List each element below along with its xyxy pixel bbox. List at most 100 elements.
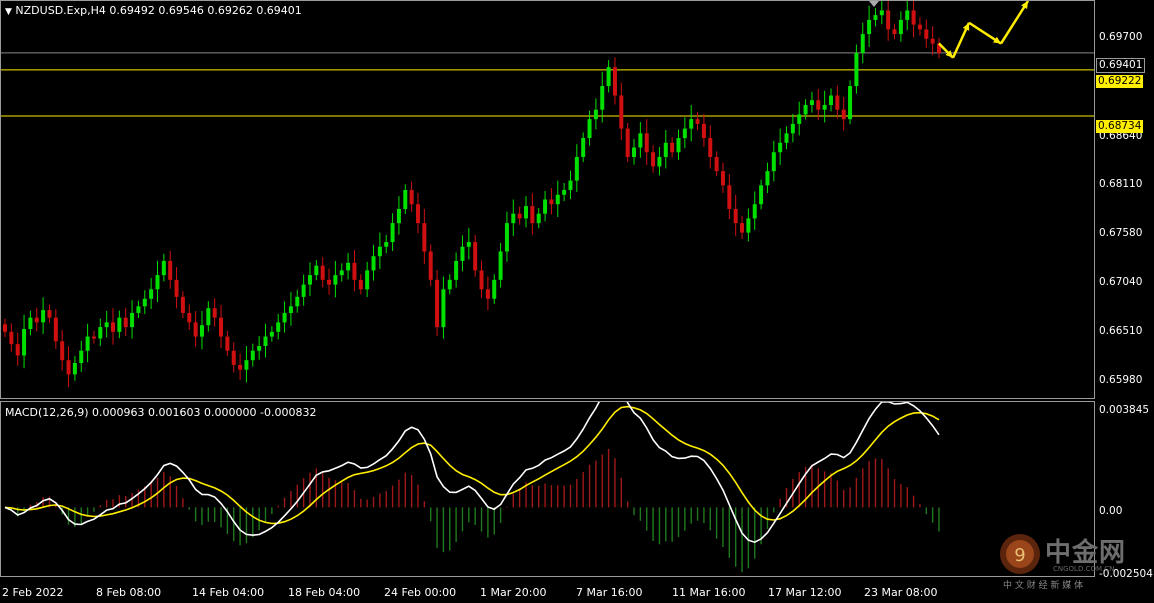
candle-body — [276, 322, 281, 332]
candle-body — [778, 142, 783, 153]
price-tick: 0.65980 — [1099, 374, 1143, 386]
price-tick: 0.66510 — [1099, 325, 1143, 337]
candle-body — [307, 275, 312, 285]
price-axis[interactable]: 0.69700 0.68640 0.68110 0.67580 0.67040 … — [1095, 0, 1154, 603]
price-tick: 0.67580 — [1099, 227, 1143, 239]
collapse-arrow-icon[interactable]: ▼ — [5, 7, 12, 17]
macd-pane[interactable]: MACD(12,26,9) 0.000963 0.001603 0.000000… — [0, 401, 1095, 577]
candle-body — [454, 260, 459, 280]
candle-body — [136, 306, 141, 313]
candle-body — [460, 246, 465, 261]
macd-main-line — [4, 402, 940, 544]
symbol-ohlc-text: NZDUSD.Exp,H4 0.69492 0.69546 0.69262 0.… — [15, 4, 302, 17]
candle-body — [555, 194, 560, 205]
price-pane[interactable]: ▼ NZDUSD.Exp,H4 0.69492 0.69546 0.69262 … — [0, 0, 1095, 399]
candle-body — [803, 104, 808, 115]
candle-body — [879, 10, 884, 16]
candle-body — [765, 171, 770, 186]
candle-body — [123, 317, 128, 328]
candle-body — [524, 206, 529, 219]
candle-body — [466, 242, 471, 247]
candle-body — [238, 364, 243, 370]
watermark-sub: CNGOLD.COM.CN — [1053, 565, 1115, 573]
candle-body — [155, 275, 160, 290]
candle-body — [682, 128, 687, 139]
candle-body — [161, 260, 166, 276]
candle-body — [403, 190, 408, 209]
candle-body — [917, 24, 922, 30]
candle-body — [142, 298, 147, 307]
candle-body — [695, 119, 700, 124]
candle-body — [581, 138, 586, 157]
candle-body — [543, 199, 548, 214]
candle-body — [504, 223, 509, 252]
candle-body — [339, 270, 344, 276]
candle-body — [415, 204, 420, 224]
candle-body — [549, 199, 554, 205]
candle-body — [130, 312, 135, 328]
candle-body — [358, 279, 363, 290]
candle-body — [219, 317, 224, 337]
candle-body — [168, 260, 173, 280]
candle-body — [34, 317, 39, 323]
candle-body — [111, 322, 116, 332]
candle-body — [327, 279, 332, 285]
candle-body — [244, 360, 249, 370]
macd-tick: 0.003845 — [1099, 404, 1150, 416]
candle-body — [898, 19, 903, 35]
level-tag-2: 0.68734 — [1096, 120, 1144, 133]
candle-body — [28, 317, 33, 329]
candle-body — [91, 336, 96, 339]
candle-body — [390, 223, 395, 243]
candle-body — [422, 223, 427, 252]
candle-body — [269, 331, 274, 337]
symbol-title: ▼ NZDUSD.Exp,H4 0.69492 0.69546 0.69262 … — [5, 4, 302, 17]
candle-body — [930, 38, 935, 44]
watermark-title: 中金网 — [1045, 538, 1127, 568]
time-label: 18 Feb 04:00 — [288, 586, 361, 599]
candle-body — [295, 296, 300, 307]
candle-body — [492, 279, 497, 299]
candle-body — [98, 327, 103, 339]
candle-body — [600, 86, 605, 110]
candle-body — [104, 322, 109, 328]
candle-body — [282, 312, 287, 323]
candle-body — [759, 185, 764, 205]
candle-body — [727, 185, 732, 209]
candle-body — [860, 34, 865, 53]
time-label: 17 Mar 12:00 — [768, 586, 842, 599]
candle-body — [396, 208, 401, 224]
price-tick: 0.69700 — [1099, 31, 1143, 43]
candle-body — [828, 95, 833, 105]
time-label: 23 Mar 08:00 — [864, 586, 938, 599]
time-label: 14 Feb 04:00 — [192, 586, 265, 599]
candle-body — [250, 350, 255, 361]
candle-body — [746, 218, 751, 233]
candle-body — [790, 123, 795, 134]
candle-body — [701, 123, 706, 139]
candle-body — [447, 279, 452, 290]
candle-body — [53, 317, 58, 342]
candle-body — [714, 156, 719, 172]
price-chart-svg — [1, 1, 1094, 388]
candle-body — [708, 138, 713, 157]
candle-body — [79, 350, 84, 364]
candle-body — [886, 10, 891, 30]
candle-body — [384, 242, 389, 247]
candle-body — [47, 310, 52, 318]
level-tag-1: 0.69222 — [1096, 75, 1144, 88]
candle-body — [428, 251, 433, 280]
candle-body — [670, 142, 675, 153]
candle-body — [657, 156, 662, 167]
candle-body — [206, 308, 211, 326]
candle-body — [733, 208, 738, 224]
candle-body — [41, 310, 46, 323]
candle-body — [568, 180, 573, 191]
candle-body — [574, 156, 579, 181]
price-tick: 0.67040 — [1099, 276, 1143, 288]
candle-body — [333, 275, 338, 285]
candle-body — [816, 100, 821, 110]
candle-body — [593, 109, 598, 120]
candle-body — [479, 270, 484, 290]
candle-body — [892, 29, 897, 35]
